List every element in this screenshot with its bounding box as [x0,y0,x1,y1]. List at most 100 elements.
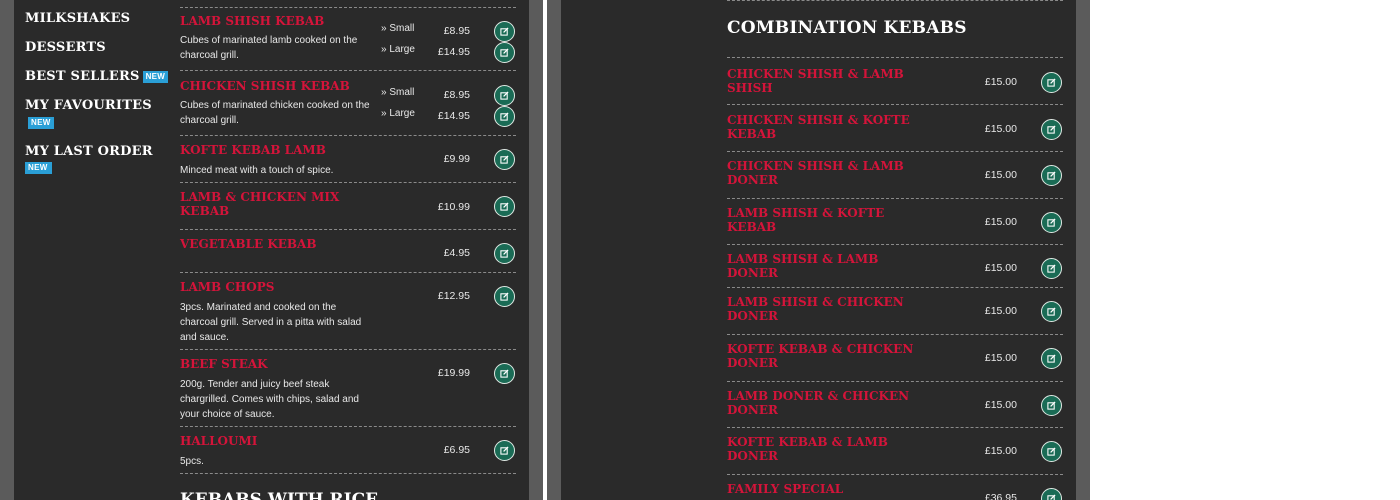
menu-item: KOFTE KEBAB & LAMB DONER £15.00 [727,428,1063,475]
sidebar-item-label: DESSERTS [25,40,106,55]
new-badge: NEW [28,116,54,129]
item-description: Minced meat with a touch of spice. [180,165,334,176]
edit-square-icon[interactable] [494,106,515,127]
edit-square-icon[interactable] [494,243,515,264]
price: £15.00 [984,445,1017,457]
edit-square-icon[interactable] [1041,119,1062,140]
menu-item: LAMB CHOPS 3pcs. Marinated and cooked on… [180,273,516,350]
price: £4.95 [443,247,470,259]
price: £19.99 [437,367,470,379]
menu-item: LAMB & CHICKEN MIX KEBAB £10.99 [180,183,516,230]
menu-item: HALLOUMI 5pcs. £6.95 [180,427,516,474]
divider [727,0,1063,1]
item-name: KOFTE KEBAB & LAMB DONER [727,435,888,463]
edit-square-icon[interactable] [1041,72,1062,93]
menu-item: LAMB SHISH & LAMB DONER £15.00 [727,245,1063,288]
sidebar-item-label: MY LAST ORDER [25,144,153,159]
item-name: LAMB SHISH & LAMB DONER [727,252,879,280]
price: £36.95 [984,492,1017,500]
edit-square-icon[interactable] [494,363,515,384]
item-name: LAMB SHISH & KOFTE KEBAB [727,206,885,234]
menu-item: CHICKEN SHISH & LAMB DONER £15.00 [727,152,1063,199]
item-name: KOFTE KEBAB & CHICKEN DONER [727,342,914,370]
sidebar-item-my-last-order[interactable]: MY LAST ORDER NEW [25,143,175,174]
price: £10.99 [437,201,470,213]
item-name: CHICKEN SHISH & KOFTE KEBAB [727,113,910,141]
edit-square-icon[interactable] [1041,441,1062,462]
price: £15.00 [984,76,1017,88]
item-name: CHICKEN SHISH & LAMB DONER [727,159,904,187]
sidebar-item-label: MILKSHAKES [25,11,131,26]
edit-square-icon[interactable] [494,42,515,63]
item-name: LAMB & CHICKEN MIX KEBAB [180,190,340,218]
price: £12.95 [437,290,470,302]
item-name: FAMILY SPECIAL [727,482,844,496]
menu-item: LAMB SHISH & CHICKEN DONER £15.00 [727,288,1063,335]
new-badge: NEW [142,70,169,83]
sidebar-item-label: MY FAVOURITES [25,98,152,113]
item-description: Cubes of marinated lamb cooked on the ch… [180,35,358,61]
size-option-large: » Large [381,108,415,119]
item-name: CHICKEN SHISH KEBAB [180,79,350,93]
item-name: LAMB CHOPS [180,280,275,294]
item-description: 200g. Tender and juicy beef steak chargr… [180,379,359,420]
item-name: LAMB SHISH KEBAB [180,14,325,28]
size-option-small: » Small [381,87,415,98]
menu-item: KOFTE KEBAB LAMB Minced meat with a touc… [180,136,516,183]
edit-square-icon[interactable] [1041,212,1062,233]
left-menu-panel: MILKSHAKES DESSERTS BEST SELLERS NEW MY F… [14,0,529,500]
edit-square-icon[interactable] [494,149,515,170]
price: £15.00 [984,262,1017,274]
edit-square-icon[interactable] [1041,395,1062,416]
edit-square-icon[interactable] [1041,165,1062,186]
menu-item: CHICKEN SHISH KEBAB Cubes of marinated c… [180,71,516,136]
edit-square-icon[interactable] [1041,258,1062,279]
section-title: COMBINATION KEBABS [727,18,967,38]
item-name: VEGETABLE KEBAB [180,237,317,251]
size-option-small: » Small [381,23,415,34]
price: £15.00 [984,169,1017,181]
price: £14.95 [437,46,470,58]
price: £8.95 [443,89,470,101]
menu-item: BEEF STEAK 200g. Tender and juicy beef s… [180,350,516,427]
item-name: LAMB DONER & CHICKEN DONER [727,389,910,417]
price: £9.99 [443,153,470,165]
price: £15.00 [984,216,1017,228]
price: £15.00 [984,399,1017,411]
price: £15.00 [984,123,1017,135]
combination-kebab-list: CHICKEN SHISH & LAMB SHISH £15.00 CHICKE… [727,57,1063,500]
edit-square-icon[interactable] [494,85,515,106]
sidebar-item-label: BEST SELLERS [25,69,140,84]
size-option-large: » Large [381,44,415,55]
item-description: 5pcs. [180,456,204,467]
new-badge: NEW [25,162,52,174]
price: £8.95 [443,25,470,37]
item-name: HALLOUMI [180,434,258,448]
item-description: 3pcs. Marinated and cooked on the charco… [180,302,362,343]
sidebar-item-milkshakes[interactable]: MILKSHAKES [25,10,175,27]
right-menu-panel: COMBINATION KEBABS CHICKEN SHISH & LAMB … [561,0,1076,500]
menu-item: CHICKEN SHISH & KOFTE KEBAB £15.00 [727,105,1063,152]
edit-square-icon[interactable] [1041,488,1062,500]
sidebar-item-best-sellers[interactable]: BEST SELLERS NEW [25,68,175,85]
edit-square-icon[interactable] [494,21,515,42]
edit-square-icon[interactable] [494,440,515,461]
menu-item: CHICKEN SHISH & LAMB SHISH £15.00 [727,58,1063,105]
edit-square-icon[interactable] [494,196,515,217]
sidebar-item-desserts[interactable]: DESSERTS [25,39,175,56]
item-name: CHICKEN SHISH & LAMB SHISH [727,67,904,95]
edit-square-icon[interactable] [1041,301,1062,322]
price: £15.00 [984,352,1017,364]
price: £14.95 [437,110,470,122]
item-name: BEEF STEAK [180,357,268,371]
price: £15.00 [984,305,1017,317]
menu-item: KOFTE KEBAB & CHICKEN DONER £15.00 [727,335,1063,382]
item-name: KOFTE KEBAB LAMB [180,143,326,157]
menu-item: LAMB SHISH KEBAB Cubes of marinated lamb… [180,8,516,71]
price: £6.95 [443,444,470,456]
menu-item: VEGETABLE KEBAB £4.95 [180,230,516,273]
item-description: Cubes of marinated chicken cooked on the… [180,100,370,126]
edit-square-icon[interactable] [494,286,515,307]
sidebar-item-my-favourites[interactable]: MY FAVOURITES NEW [25,97,175,131]
edit-square-icon[interactable] [1041,348,1062,369]
